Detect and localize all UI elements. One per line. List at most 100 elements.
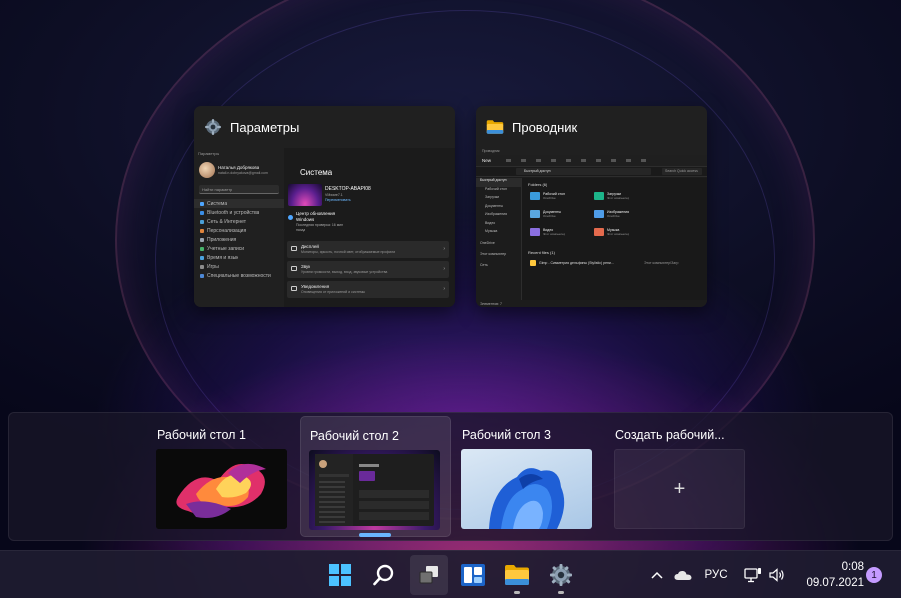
settings-sidebar: Параметры Наталья Добрякова natali.n.dob… xyxy=(194,148,284,307)
desktop-thumbnail[interactable] xyxy=(156,449,287,529)
cloud-icon xyxy=(674,570,692,580)
search-icon xyxy=(373,564,394,586)
new-desktop-button[interactable]: + xyxy=(614,449,745,529)
settings-card: Звук Уровни громкости, выход, вход, звук… xyxy=(287,261,449,278)
plus-icon: + xyxy=(673,477,686,500)
onedrive-button[interactable] xyxy=(671,551,695,598)
volume-button[interactable] xyxy=(766,551,788,598)
folder-icon xyxy=(486,120,504,134)
file-icon xyxy=(530,260,536,266)
folder-tile: Видео Этот компьютер xyxy=(530,228,565,236)
window-header: Параметры xyxy=(194,106,455,148)
recent-file: Gimp - Симметрия дельфины (Stylistic) ре… xyxy=(539,261,614,265)
desktop-thumbnail[interactable] xyxy=(461,449,592,529)
window-card-settings[interactable]: Параметры Параметры Наталья Добрякова na… xyxy=(194,106,455,307)
folder-tile: Загрузки Этот компьютер xyxy=(594,192,629,200)
update-sub-2: назад xyxy=(296,228,306,232)
update-icon xyxy=(288,215,293,220)
update-title-2: Windows xyxy=(296,217,315,222)
rename-link: Переименовать xyxy=(325,198,351,202)
window-title: Параметры xyxy=(230,119,300,135)
nav-item: Время и язык xyxy=(194,253,284,262)
folder-tile: Рабочий стол OneDrive xyxy=(530,192,565,200)
desktop-label: Рабочий стол 3 xyxy=(462,428,551,442)
settings-icon xyxy=(205,119,221,135)
settings-card: Дисплей Мониторы, яркость, ночной свет, … xyxy=(287,241,449,258)
folders-header: Folders (6) xyxy=(528,182,548,187)
new-desktop[interactable]: Создать рабочий... + xyxy=(606,416,757,537)
desktop-thumbnail[interactable] xyxy=(309,450,440,530)
virtual-desktops-panel: Рабочий стол 1 Рабочий стол 2 Рабочий ст… xyxy=(8,412,893,541)
running-indicator xyxy=(558,591,564,594)
clock-time: 0:08 xyxy=(841,561,864,573)
nav-item: Персонализация xyxy=(194,226,284,235)
file-explorer-button[interactable] xyxy=(498,555,536,595)
nav-item: Учетные записи xyxy=(194,244,284,253)
clock-date: 09.07.2021 xyxy=(806,577,864,589)
settings-icon xyxy=(550,564,572,586)
recent-header: Recent files (1) xyxy=(528,250,555,255)
avatar xyxy=(199,162,215,178)
device-sub: VMware7.1 xyxy=(325,193,343,197)
window-preview: Проводник New Быстрый доступ Search Quic… xyxy=(476,148,707,307)
search-input: Найти параметр xyxy=(199,185,279,194)
search-button[interactable] xyxy=(365,555,403,595)
display-icon xyxy=(291,246,297,251)
language-indicator[interactable]: РУС xyxy=(699,551,733,598)
desktop-3[interactable]: Рабочий стол 3 xyxy=(453,416,604,537)
nav-item: Система xyxy=(194,199,284,208)
new-desktop-label: Создать рабочий... xyxy=(615,428,725,442)
desktop-label: Рабочий стол 2 xyxy=(310,429,399,443)
running-indicator xyxy=(514,591,520,594)
network-icon xyxy=(744,568,761,583)
desktop-2[interactable]: Рабочий стол 2 xyxy=(300,416,451,537)
window-header: Проводник xyxy=(476,106,707,148)
network-button[interactable] xyxy=(742,551,764,598)
settings-main: Система DESKTOP-ABAPI08 VMware7.1 Переим… xyxy=(284,148,455,307)
page-title: Система xyxy=(300,168,333,177)
explorer-toolbar: New xyxy=(476,155,707,167)
user-name: Наталья Добрякова xyxy=(218,165,260,170)
user-email: natali.n.dobryakova@gmail.com xyxy=(218,171,268,175)
wallpaper-flow-thumb xyxy=(156,449,287,529)
notification-icon xyxy=(291,286,297,291)
device-wallpaper-thumb xyxy=(288,184,322,206)
notification-center-button[interactable]: 1 xyxy=(864,551,884,598)
nav-item: Приложения xyxy=(194,235,284,244)
preview-titlebar: Параметры xyxy=(198,151,220,156)
widgets-button[interactable] xyxy=(454,555,492,595)
explorer-content: Folders (6) Рабочий стол OneDrive Загрузк… xyxy=(522,178,707,300)
sound-icon xyxy=(291,266,297,271)
preview-titlebar: Проводник xyxy=(476,148,707,155)
window-card-explorer[interactable]: Проводник Проводник New Быстрый доступ S… xyxy=(476,106,707,307)
nav-item: Сеть & Интернет xyxy=(194,217,284,226)
file-explorer-icon xyxy=(505,565,529,585)
task-view-button[interactable] xyxy=(410,555,448,595)
recent-file-location: Этот компьютер\Загр xyxy=(644,261,679,265)
settings-taskbar-button[interactable] xyxy=(542,555,580,595)
settings-window-thumb xyxy=(315,454,434,526)
windows-start-icon xyxy=(329,564,351,586)
folder-tile: Музыка Этот компьютер xyxy=(594,228,629,236)
clock[interactable]: 0:08 09.07.2021 xyxy=(806,551,864,598)
desktop-1[interactable]: Рабочий стол 1 xyxy=(148,416,299,537)
update-sub: Последняя проверка: 16 мин xyxy=(296,223,344,227)
active-desktop-indicator xyxy=(359,533,391,537)
window-preview: Параметры Наталья Добрякова natali.n.dob… xyxy=(194,148,455,307)
desktop-label: Рабочий стол 1 xyxy=(157,428,246,442)
explorer-tree: Быстрый доступ Рабочий стол Загрузки Док… xyxy=(476,178,522,300)
volume-icon xyxy=(769,568,784,582)
task-view-icon xyxy=(419,566,438,584)
show-hidden-icons-button[interactable] xyxy=(647,551,667,598)
status-bar: Элементов: 7 xyxy=(480,302,502,306)
nav-item: Bluetooth и устройства xyxy=(194,208,284,217)
start-button[interactable] xyxy=(321,555,359,595)
device-name: DESKTOP-ABAPI08 xyxy=(325,186,371,192)
chevron-up-icon xyxy=(651,571,663,579)
wallpaper-bloom-thumb xyxy=(489,468,565,529)
nav-item: Игры xyxy=(194,262,284,271)
widgets-icon xyxy=(461,564,485,586)
notification-badge: 1 xyxy=(866,567,882,583)
update-title: Центр обновления xyxy=(296,211,336,216)
nav-item: Специальные возможности xyxy=(194,271,284,280)
